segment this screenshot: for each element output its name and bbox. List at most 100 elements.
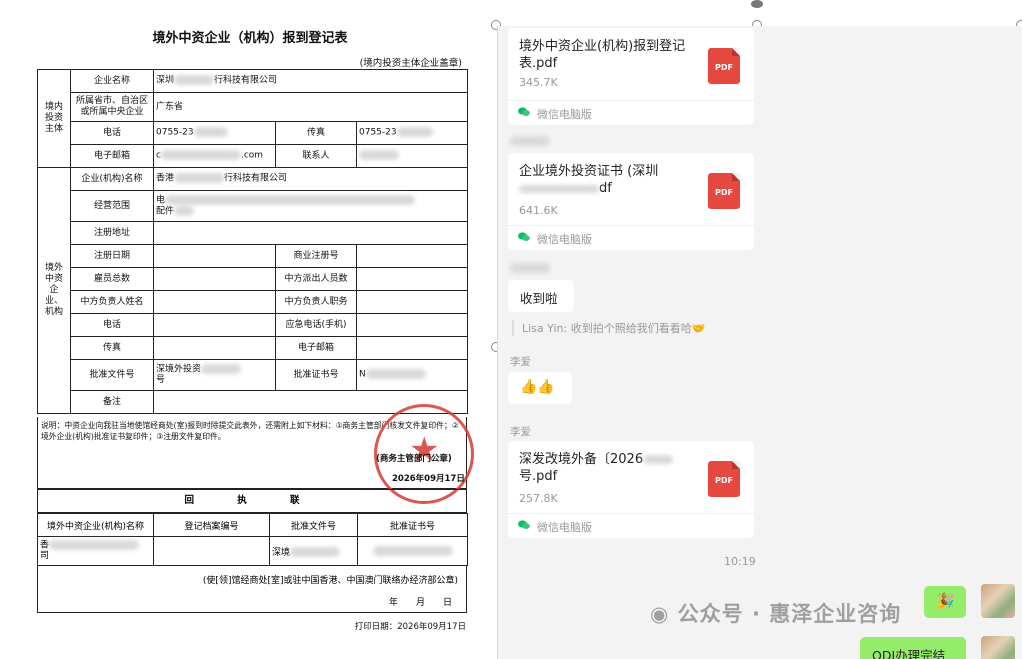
value-overseas-name: 香港 行科技有限公司: [152, 167, 469, 191]
label-phone: 电话: [70, 121, 154, 145]
file-footer: 微信电脑版: [508, 225, 754, 250]
file-footer: 微信电脑版: [508, 513, 754, 538]
file-source: 微信电脑版: [537, 108, 592, 121]
value-email: c .com: [153, 144, 276, 168]
receipt-sign-caption: (使[领]馆经商处[室]或驻中国香港、中国澳门联络办经济部公章): [202, 576, 458, 586]
file-size: 257.8K: [519, 492, 558, 505]
file-message[interactable]: 深发改境外备〔2026 号.pdf 257.8K PDF 微信电脑版: [508, 441, 754, 538]
sender-name: 李爱: [510, 356, 531, 368]
registration-form-document: 境外中资企业（机构）报到登记表 (境内投资主体企业盖章) 境内投资主体 企业名称…: [0, 0, 490, 659]
wechat-watermark-icon: ◉: [650, 602, 670, 626]
receipt-value-doc: 深境: [269, 536, 358, 566]
value-fax: 0755-23: [355, 121, 469, 145]
party-icon: 🎉: [936, 592, 955, 610]
value-contact: [355, 144, 469, 168]
label-fax: 传真: [275, 121, 357, 145]
value-approval-cert-no: N: [355, 359, 469, 391]
rotate-handle-icon[interactable]: [751, 0, 763, 8]
value-phone: 0755-23: [153, 121, 276, 145]
file-name: 境外中资企业(机构)报到登记表.pdf: [519, 39, 686, 71]
receipt-header-1: 境外中资企业(机构)名称: [37, 513, 154, 537]
value-phone2: [153, 313, 276, 337]
value-reg-date: [153, 244, 276, 268]
label-approval-doc-no: 批准文件号: [70, 359, 154, 391]
pdf-icon: PDF: [708, 173, 740, 209]
label-cn-head-name: 中方负责人姓名: [70, 290, 154, 314]
registration-table: 境内投资主体 企业名称 深圳 行科技有限公司 所属省市、自治区或所属中央企业 广东…: [37, 69, 469, 414]
value-cn-staff: [355, 267, 469, 291]
value-employees: [153, 267, 276, 291]
label-employees: 雇员总数: [70, 267, 154, 291]
file-name: 企业境外投资证书 (深圳 df: [519, 164, 659, 196]
thumbs-up-icon: 👍👍: [520, 379, 555, 395]
label-scope: 经营范围: [70, 190, 154, 222]
receipt-table: 境外中资企业(机构)名称 登记档案编号 批准文件号 批准证书号 香司 深境: [37, 513, 468, 566]
text-message[interactable]: 收到啦: [508, 280, 574, 312]
receipt-value-name: 香司: [37, 536, 154, 566]
file-size: 641.6K: [519, 204, 558, 217]
value-approval-doc-no: 深境外投资号: [153, 359, 276, 391]
label-approval-cert-no: 批准证书号: [275, 359, 357, 391]
wechat-icon: [518, 107, 530, 116]
label-fax2: 传真: [70, 336, 154, 360]
label-reg-date: 注册日期: [70, 244, 154, 268]
label-cn-staff: 中方派出人员数: [275, 267, 357, 291]
file-message[interactable]: 企业境外投资证书 (深圳 df 641.6K PDF 微信电脑版: [508, 153, 754, 250]
receipt-footer: (使[领]馆经商处[室]或驻中国香港、中国澳门联络办经济部公章) 年 月 日: [37, 565, 467, 613]
sender-name-blurred: [510, 136, 550, 146]
print-date: 打印日期：2026年09月17日: [354, 622, 466, 632]
label-contact: 联系人: [275, 144, 357, 168]
value-email2: [355, 336, 469, 360]
file-footer: 微信电脑版: [508, 100, 754, 125]
file-size: 345.7K: [519, 76, 558, 89]
label-reg-address: 注册地址: [70, 221, 154, 245]
chat-panel: 境外中资企业(机构)报到登记表.pdf 345.7K PDF 微信电脑版 企业境…: [497, 26, 1022, 659]
wechat-icon: [518, 232, 530, 241]
message-text: 收到啦: [520, 291, 558, 306]
value-emergency-phone: [355, 313, 469, 337]
value-biz-reg-no: [355, 244, 469, 268]
sender-name: 李爱: [510, 426, 531, 438]
value-cn-head-name: [153, 290, 276, 314]
section-overseas-label: 境外中资企业、机构: [37, 167, 71, 414]
avatar[interactable]: [981, 636, 1015, 659]
watermark-text: 公众号 · 惠泽企业咨询: [677, 602, 902, 626]
label-company-name: 企业名称: [70, 69, 154, 93]
label-email2: 电子邮箱: [275, 336, 357, 360]
receipt-header-3: 批准文件号: [269, 513, 358, 537]
label-email: 电子邮箱: [70, 144, 154, 168]
message-text: ODI办理完结: [872, 648, 946, 659]
label-province: 所属省市、自治区或所属中央企业: [70, 92, 154, 122]
receipt-title: 回 执 联: [37, 489, 467, 513]
receipt-value-cert: [357, 536, 468, 566]
document-title: 境外中资企业（机构）报到登记表: [152, 31, 348, 46]
value-cn-head-title: [355, 290, 469, 314]
wechat-icon: [518, 520, 530, 529]
seal-date: 2026年09月17日: [392, 474, 465, 484]
seal-caption: (商务主管部门公章): [376, 454, 452, 464]
file-message[interactable]: 境外中资企业(机构)报到登记表.pdf 345.7K PDF 微信电脑版: [508, 28, 754, 125]
receipt-date: 年 月 日: [388, 598, 452, 608]
file-source: 微信电脑版: [537, 233, 592, 246]
value-company-name: 深圳 行科技有限公司: [152, 69, 469, 93]
label-remarks: 备注: [70, 390, 154, 414]
file-source: 微信电脑版: [537, 521, 592, 534]
label-phone2: 电话: [70, 313, 154, 337]
document-subtitle: (境内投资主体企业盖章): [359, 58, 462, 69]
emoji-message[interactable]: 👍👍: [508, 372, 572, 404]
pdf-icon: PDF: [708, 461, 740, 497]
label-cn-head-title: 中方负责人职务: [275, 290, 357, 314]
sender-name-blurred: [510, 263, 550, 273]
label-overseas-name: 企业(机构)名称: [70, 167, 154, 191]
label-biz-reg-no: 商业注册号: [275, 244, 357, 268]
self-emoji-message[interactable]: 🎉: [924, 586, 966, 618]
label-emergency-phone: 应急电话(手机): [275, 313, 357, 337]
file-name: 深发改境外备〔2026 号.pdf: [519, 451, 694, 485]
avatar[interactable]: [981, 584, 1015, 618]
message-timestamp: 10:19: [724, 555, 756, 568]
value-province: 广东省: [152, 92, 469, 122]
receipt-header-4: 批准证书号: [357, 513, 468, 537]
watermark: ◉ 公众号 · 惠泽企业咨询: [650, 598, 901, 628]
value-reg-address: [152, 221, 469, 245]
self-text-message[interactable]: ODI办理完结: [860, 637, 966, 659]
